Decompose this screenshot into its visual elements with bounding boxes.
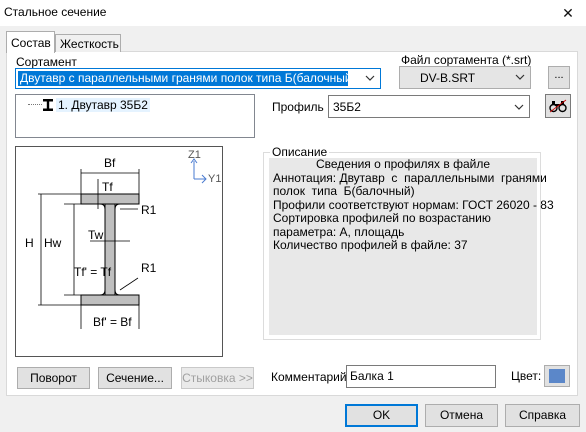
dim-tf-bottom: Tf' = Tf: [74, 265, 112, 279]
rotate-button[interactable]: Поворот: [17, 367, 90, 389]
tab-zhestkost[interactable]: Жесткость: [55, 34, 121, 52]
dim-tw: Tw: [88, 228, 104, 242]
i-beam-icon: [43, 99, 53, 111]
profile-select[interactable]: 35Б2: [328, 95, 530, 118]
window-title: Стальное сечение: [4, 5, 107, 19]
dim-r1-top: R1: [141, 203, 157, 217]
profile-selected-value: 35Б2: [333, 100, 361, 114]
file-label: Файл сортамента (*.srt): [401, 53, 532, 67]
ok-button[interactable]: OK: [345, 404, 418, 427]
dim-hw: Hw: [44, 236, 62, 250]
description-line: Количество профилей в файле: 37: [273, 238, 468, 252]
comment-input[interactable]: Балка 1: [346, 365, 496, 388]
chevron-down-icon: [515, 74, 525, 80]
sortament-select[interactable]: Двутавр с параллельными гранями полок ти…: [15, 68, 381, 89]
tab-sostav[interactable]: Состав: [6, 31, 55, 53]
description-line: Сортировка профилей по возрастанию: [273, 211, 491, 225]
description-line: Профили соответствуют нормам: ГОСТ 26020…: [273, 197, 554, 212]
dock-button[interactable]: Стыковка >>: [181, 367, 254, 389]
color-swatch: [549, 369, 565, 383]
axis-y-label: Y1: [208, 173, 222, 185]
color-label: Цвет:: [511, 369, 542, 383]
file-select[interactable]: DV-B.SRT: [399, 66, 531, 89]
description-text: Сведения о профилях в файле Аннотация: Д…: [269, 157, 554, 335]
dim-h: H: [25, 236, 34, 250]
find-profile-button[interactable]: [545, 94, 571, 118]
close-button[interactable]: ✕: [550, 0, 586, 26]
section-drawing: Z1 Y1 Bf Tf R1 Tw H Hw Tf' = Tf R1 Bf' =…: [15, 146, 223, 357]
sortament-selected-value: Двутавр с параллельными гранями полок ти…: [18, 71, 348, 86]
chevron-down-icon: [514, 104, 524, 110]
tree-line: [28, 104, 42, 105]
chevron-down-icon: [365, 75, 375, 81]
comment-label: Комментарий:: [271, 370, 350, 384]
tree-item[interactable]: 1. Двутавр 35Б2: [56, 98, 150, 112]
browse-file-button[interactable]: ...: [548, 66, 570, 89]
description-heading: Сведения о профилях в файле: [315, 157, 491, 171]
description-line: полок типа Б(балочный): [273, 184, 415, 198]
file-selected-value: DV-B.SRT: [420, 71, 476, 85]
description-line: Аннотация: Двутавр с параллельными граня…: [273, 170, 547, 185]
description-line: параметра: А, площадь: [273, 224, 405, 239]
dim-bf-top: Bf: [104, 156, 116, 170]
axis-z-label: Z1: [188, 149, 201, 161]
dim-tf-top: Tf: [102, 180, 113, 194]
dim-r1-bottom: R1: [141, 261, 157, 275]
binoculars-icon: [549, 99, 567, 113]
dim-bf-bottom: Bf' = Bf: [93, 315, 132, 329]
sortament-label: Сортамент: [16, 55, 77, 69]
cancel-button[interactable]: Отмена: [425, 404, 498, 427]
profile-tree: 1. Двутавр 35Б2: [15, 94, 255, 138]
help-button[interactable]: Справка: [505, 404, 580, 427]
section-button[interactable]: Сечение...: [98, 367, 172, 389]
color-button[interactable]: [544, 365, 570, 387]
profile-label: Профиль: [272, 100, 324, 114]
close-icon: ✕: [562, 4, 574, 21]
